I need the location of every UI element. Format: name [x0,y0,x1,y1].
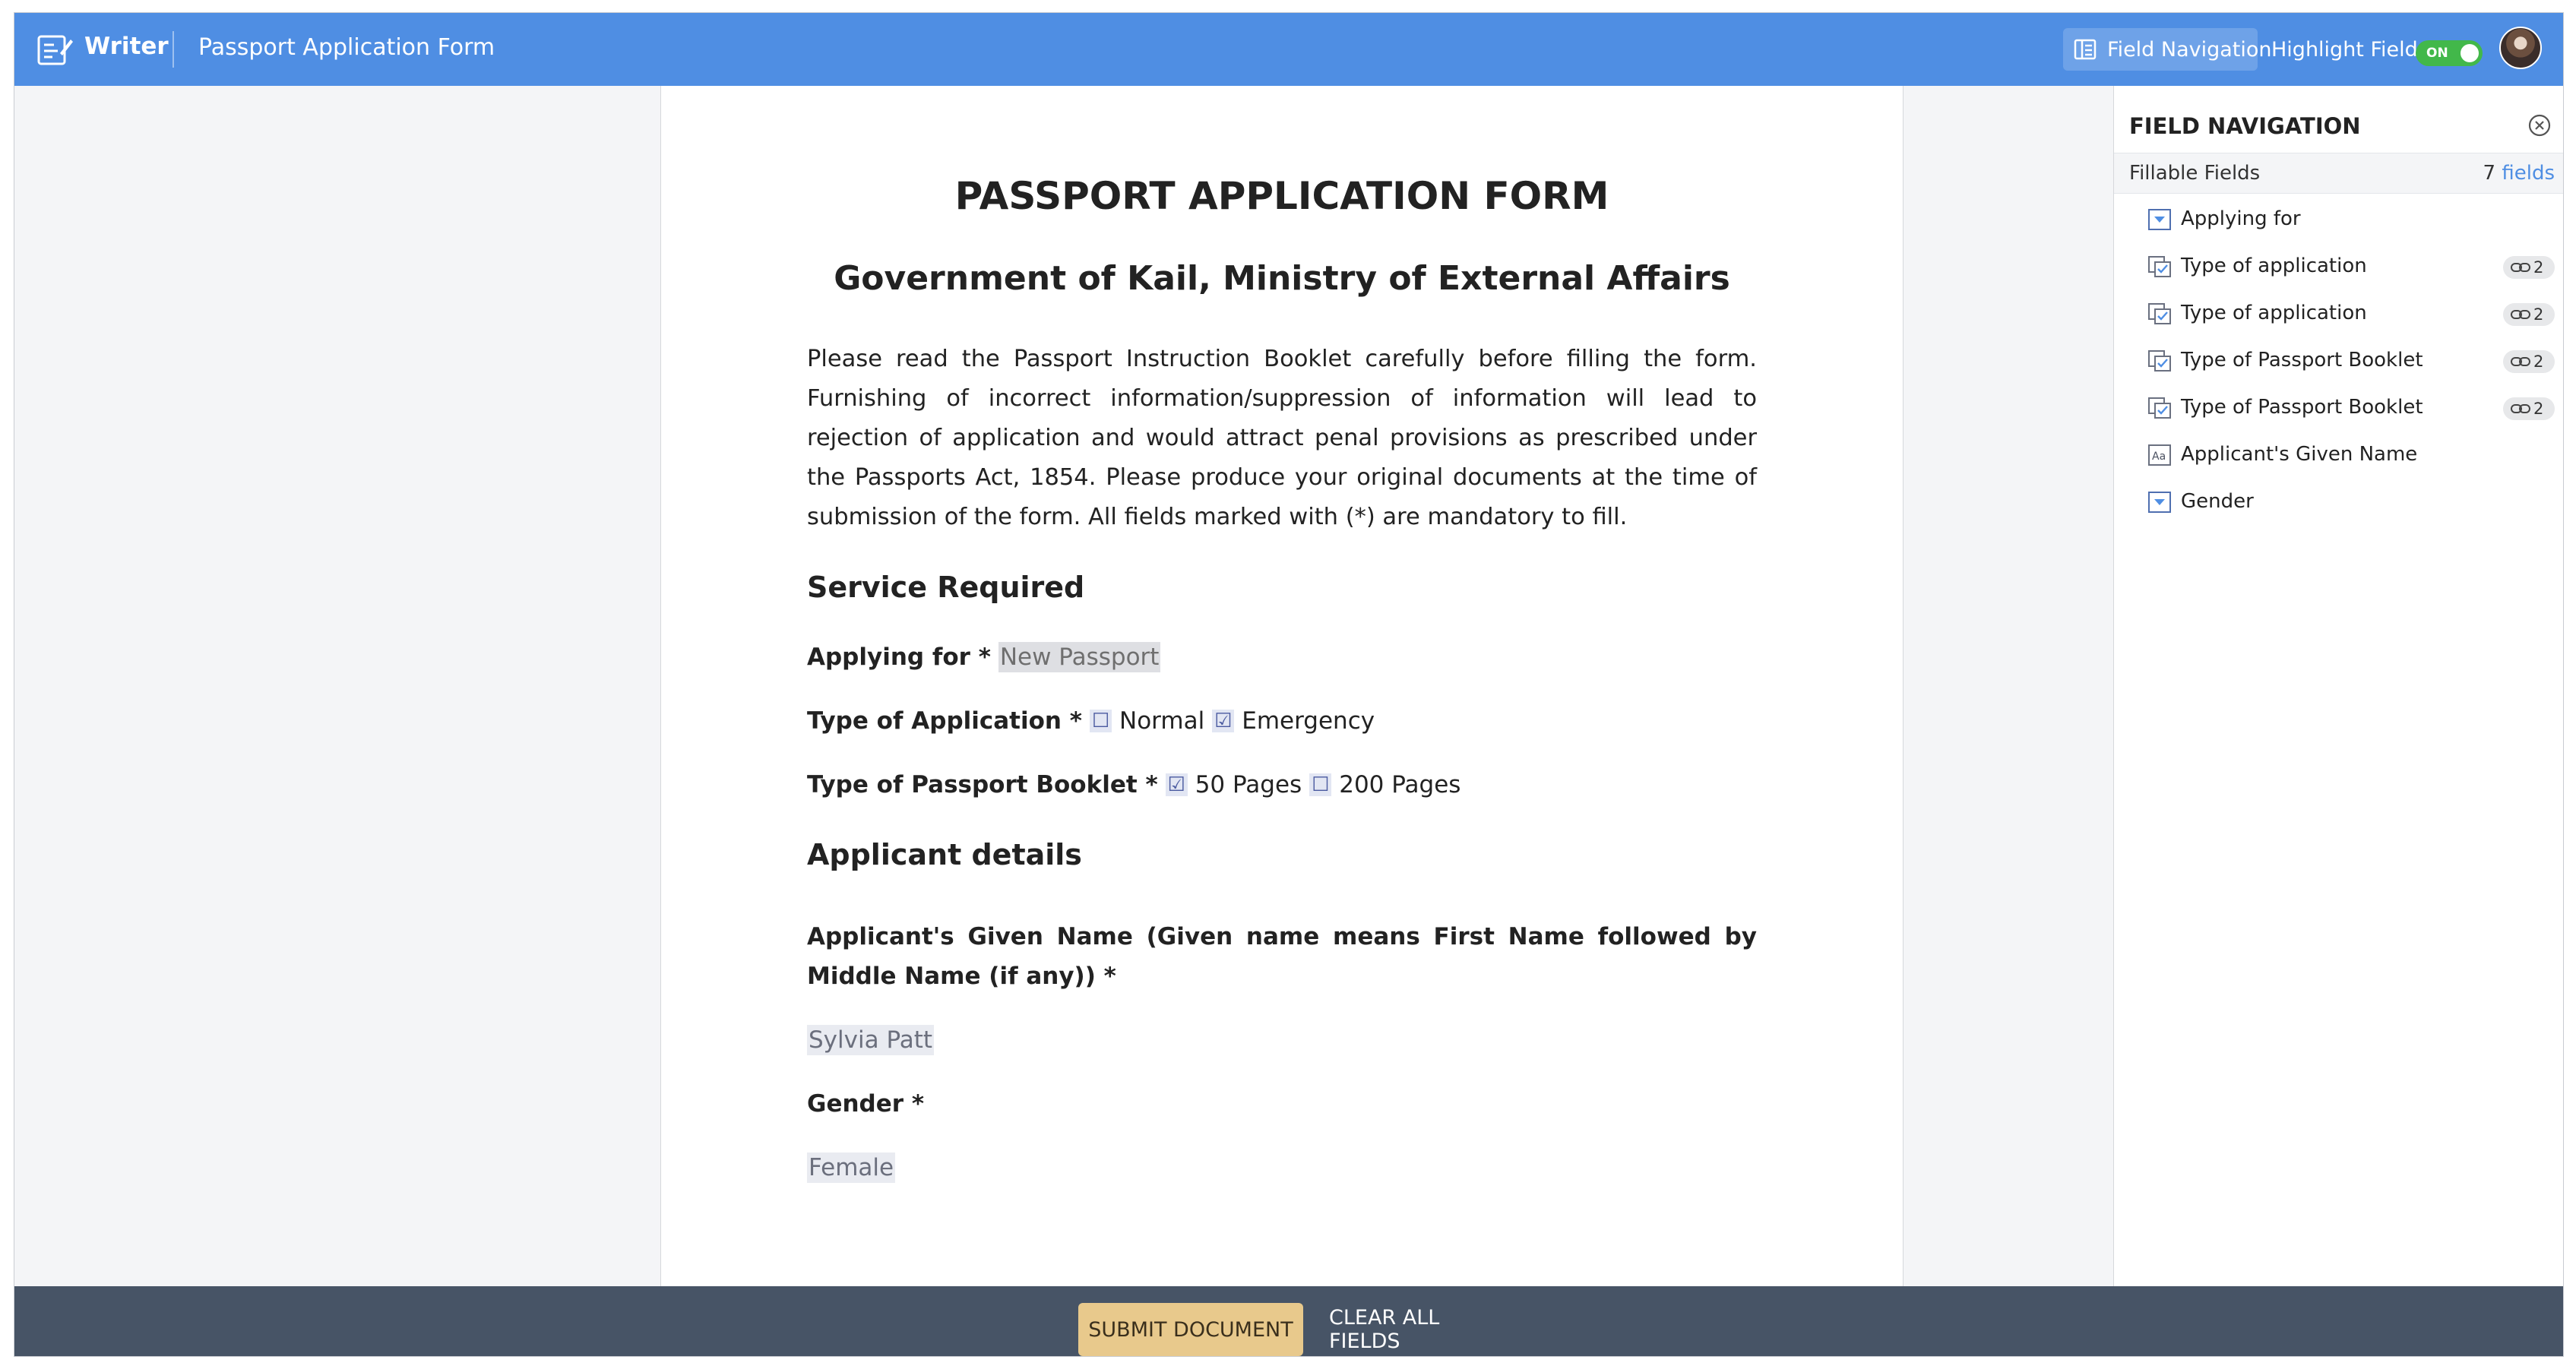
fields-count: 7 fields [2483,162,2555,185]
submit-document-button[interactable]: SUBMIT DOCUMENT [1078,1303,1303,1356]
field-navigation-label: Field Navigation [2107,38,2272,62]
field-item-label: Type of application [2181,255,2367,277]
instructions-paragraph: Please read the Passport Instruction Boo… [807,346,1757,530]
app-window: Writer Passport Application Form Field N… [14,12,2564,1357]
type-of-booklet-row: Type of Passport Booklet * ☑ 50 Pages ☐ … [807,771,1460,798]
gender-label-row: Gender * [807,1090,924,1118]
field-item-label: Applying for [2181,207,2301,230]
50-pages-checkbox[interactable]: ☑ [1165,773,1188,796]
linked-fields-badge: 2 [2503,303,2555,326]
bottom-action-bar: SUBMIT DOCUMENT CLEAR ALL FIELDS [14,1286,2563,1356]
toggle-state-text: ON [2426,46,2448,61]
section-service-required: Service Required [807,571,1085,604]
field-item-type-of-booklet-2[interactable]: Type of Passport Booklet 2 [2147,390,2555,426]
applying-for-dropdown[interactable]: New Passport [998,642,1161,672]
linked-count: 2 [2533,400,2544,418]
normal-option-label: Normal [1119,707,1205,735]
type-of-booklet-label: Type of Passport Booklet * [807,771,1158,798]
document-title: Passport Application Form [198,34,495,61]
given-name-field[interactable]: Sylvia Patt [807,1025,935,1055]
link-icon [2511,310,2530,319]
emergency-option-label: Emergency [1242,707,1375,735]
gender-label: Gender * [807,1090,925,1118]
linked-count: 2 [2533,305,2544,324]
checkbox-group-icon [2148,303,2171,324]
emergency-checkbox[interactable]: ☑ [1212,710,1235,732]
field-navigation-button[interactable]: Field Navigation [2063,28,2272,71]
linked-fields-badge: 2 [2503,256,2555,279]
given-name-label: Applicant's Given Name (Given name means… [807,923,1757,990]
field-item-type-of-application-2[interactable]: Type of application 2 [2147,296,2555,332]
gender-dropdown[interactable]: Female [807,1153,896,1183]
field-item-given-name[interactable]: Aa Applicant's Given Name [2147,437,2555,473]
panel-title: FIELD NAVIGATION [2129,113,2361,139]
highlight-fields-toggle[interactable]: ON [2416,40,2483,66]
type-of-application-row: Type of Application * ☐ Normal ☑ Emergen… [807,707,1375,735]
section-applicant-details: Applicant details [807,838,1082,871]
fields-count-word: fields [2502,162,2555,185]
link-icon [2511,263,2530,272]
field-item-label: Applicant's Given Name [2181,443,2418,466]
dropdown-icon [2148,492,2171,513]
field-item-gender[interactable]: Gender [2147,484,2555,520]
title-divider [172,31,174,68]
document-page: PASSPORT APPLICATION FORM Government of … [660,86,1904,1286]
svg-text:Aa: Aa [2152,451,2166,463]
field-item-label: Type of Passport Booklet [2181,396,2423,419]
given-name-row: Sylvia Patt [807,1025,935,1055]
form-subtitle: Government of Kail, Ministry of External… [834,259,1730,298]
normal-checkbox[interactable]: ☐ [1089,710,1112,732]
close-icon[interactable] [2527,113,2552,138]
app-name[interactable]: Writer [84,33,169,60]
linked-count: 2 [2533,353,2544,371]
link-icon [2511,357,2530,366]
text-field-icon: Aa [2148,444,2171,466]
checkbox-group-icon [2148,350,2171,372]
linked-fields-badge: 2 [2503,350,2555,373]
linked-fields-badge: 2 [2503,397,2555,420]
linked-count: 2 [2533,258,2544,277]
field-item-applying-for[interactable]: Applying for [2147,201,2555,238]
link-icon [2511,404,2530,413]
200-pages-option-label: 200 Pages [1339,771,1461,798]
field-item-label: Gender [2181,490,2254,513]
dropdown-icon [2148,209,2171,230]
clear-all-fields-button[interactable]: CLEAR ALL FIELDS [1324,1303,1507,1356]
applying-for-label: Applying for * [807,643,991,671]
field-item-label: Type of Passport Booklet [2181,349,2423,372]
highlight-fields-label: Highlight Fields [2271,38,2429,62]
checkbox-group-icon [2148,256,2171,277]
50-pages-option-label: 50 Pages [1195,771,1302,798]
applying-for-row: Applying for * New Passport [807,642,1161,672]
writer-logo-icon [37,35,73,65]
checkbox-group-icon [2148,397,2171,419]
field-item-type-of-application-1[interactable]: Type of application 2 [2147,248,2555,285]
gender-row: Female [807,1153,896,1183]
toggle-knob [2460,44,2479,62]
user-avatar[interactable] [2499,27,2542,69]
field-item-label: Type of application [2181,302,2367,324]
field-item-type-of-booklet-1[interactable]: Type of Passport Booklet 2 [2147,343,2555,379]
fillable-fields-label: Fillable Fields [2129,162,2261,185]
fillable-fields-header: Fillable Fields 7 fields [2114,153,2563,194]
field-navigation-panel: FIELD NAVIGATION Fillable Fields 7 field… [2113,86,2563,1286]
form-title: PASSPORT APPLICATION FORM [954,174,1609,218]
field-navigation-icon [2074,39,2097,60]
200-pages-checkbox[interactable]: ☐ [1309,773,1332,796]
top-bar: Writer Passport Application Form Field N… [14,13,2563,86]
fields-count-number: 7 [2483,162,2496,185]
type-of-application-label: Type of Application * [807,707,1082,735]
